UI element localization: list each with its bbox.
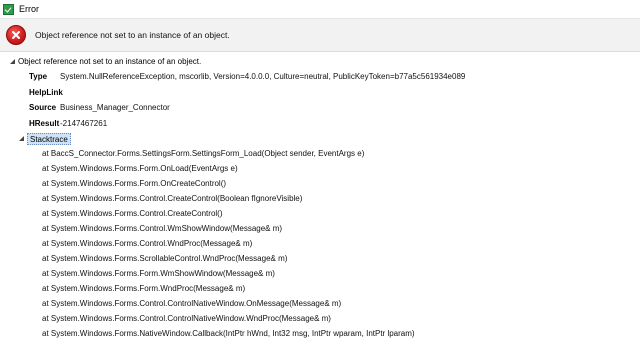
stack-frame[interactable]: at System.Windows.Forms.ScrollableContro…: [0, 253, 640, 265]
property-value: -2147467261: [60, 119, 108, 128]
stack-frame-text: at System.Windows.Forms.Form.OnCreateCon…: [42, 179, 227, 188]
stack-frame-text: at System.Windows.Forms.Control.WndProc(…: [42, 239, 253, 248]
stack-frame[interactable]: at System.Windows.Forms.Control.CreateCo…: [0, 208, 640, 220]
stack-frame-text: at System.Windows.Forms.Form.WndProc(Mes…: [42, 284, 246, 293]
property-value: Business_Manager_Connector: [60, 103, 170, 112]
stack-frame[interactable]: at System.Windows.Forms.Form.WndProc(Mes…: [0, 283, 640, 295]
window-title: Error: [19, 4, 39, 14]
property-row-hresult[interactable]: HResult -2147467261: [0, 118, 640, 130]
stack-frame-text: at System.Windows.Forms.Form.OnLoad(Even…: [42, 164, 238, 173]
property-value: System.NullReferenceException, mscorlib,…: [60, 72, 466, 81]
stack-frame-text: at System.Windows.Forms.Control.ControlN…: [42, 314, 331, 323]
error-message: Object reference not set to an instance …: [35, 30, 230, 40]
stack-frame-text: at System.Windows.Forms.Control.ControlN…: [42, 299, 342, 308]
property-key: Type: [29, 72, 48, 81]
collapse-arrow-icon[interactable]: [18, 135, 25, 142]
title-bar: Error: [0, 0, 640, 18]
stack-frame-text: at BaccS_Connector.Forms.SettingsForm.Se…: [42, 149, 365, 158]
stack-frame-text: at System.Windows.Forms.ScrollableContro…: [42, 254, 288, 263]
tree-root-label: Object reference not set to an instance …: [18, 57, 202, 66]
stack-frame[interactable]: at System.Windows.Forms.Control.WmShowWi…: [0, 223, 640, 235]
stack-frame-text: at System.Windows.Forms.NativeWindow.Cal…: [42, 329, 415, 338]
stack-frame[interactable]: at BaccS_Connector.Forms.SettingsForm.Se…: [0, 148, 640, 160]
stack-frame-text: at System.Windows.Forms.Control.WmShowWi…: [42, 224, 283, 233]
error-circle-icon: [6, 25, 26, 45]
stack-frame-text: at System.Windows.Forms.Control.CreateCo…: [42, 209, 223, 218]
property-key: Source: [29, 103, 57, 112]
stack-frame[interactable]: at System.Windows.Forms.Form.OnLoad(Even…: [0, 163, 640, 175]
stack-frame[interactable]: at System.Windows.Forms.Control.CreateCo…: [0, 193, 640, 205]
stacktrace-label[interactable]: Stacktrace: [27, 133, 71, 145]
property-row-type[interactable]: Type System.NullReferenceException, msco…: [0, 71, 640, 83]
collapse-arrow-icon[interactable]: [9, 58, 16, 65]
stack-frame[interactable]: at System.Windows.Forms.Control.ControlN…: [0, 298, 640, 310]
stack-frame[interactable]: at System.Windows.Forms.Control.ControlN…: [0, 313, 640, 325]
stack-frame[interactable]: at System.Windows.Forms.Control.WndProc(…: [0, 238, 640, 250]
property-key: HResult: [29, 119, 60, 128]
property-key: HelpLink: [29, 88, 63, 97]
property-row-source[interactable]: Source Business_Manager_Connector: [0, 102, 640, 114]
stack-frame-text: at System.Windows.Forms.Form.WmShowWindo…: [42, 269, 275, 278]
stack-frame-text: at System.Windows.Forms.Control.CreateCo…: [42, 194, 303, 203]
stack-frame[interactable]: at System.Windows.Forms.Form.WmShowWindo…: [0, 268, 640, 280]
property-row-helplink[interactable]: HelpLink: [0, 87, 640, 99]
error-header: Object reference not set to an instance …: [0, 18, 640, 52]
checkbox-app-icon: [3, 3, 14, 15]
stacktrace-node[interactable]: Stacktrace: [0, 133, 640, 145]
stack-frame[interactable]: at System.Windows.Forms.NativeWindow.Cal…: [0, 328, 640, 340]
stack-frame[interactable]: at System.Windows.Forms.Form.OnCreateCon…: [0, 178, 640, 190]
